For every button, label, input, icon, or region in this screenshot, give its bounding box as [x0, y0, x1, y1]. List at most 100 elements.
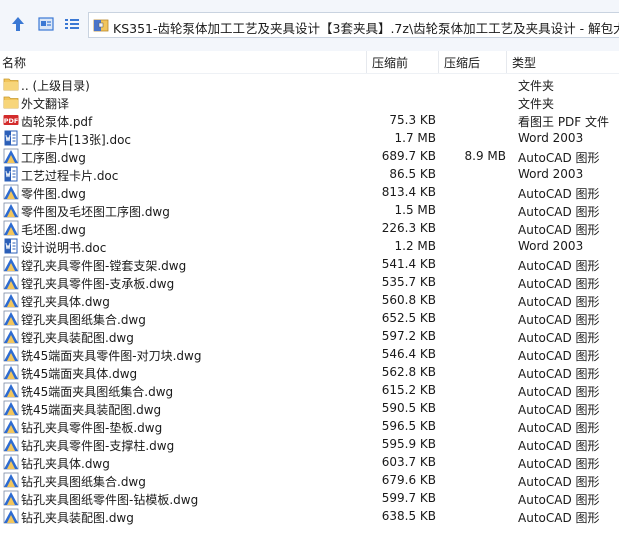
file-row[interactable]: 钻孔夹具装配图.dwg 638.5 KB AutoCAD 图形	[0, 507, 619, 525]
file-type: AutoCAD 图形	[518, 439, 600, 453]
file-type: AutoCAD 图形	[518, 313, 600, 327]
file-type: AutoCAD 图形	[518, 259, 600, 273]
column-divider[interactable]	[506, 51, 507, 73]
file-type: Word 2003	[518, 131, 584, 145]
file-row[interactable]: 钻孔夹具零件图-支撑柱.dwg 595.9 KB AutoCAD 图形	[0, 435, 619, 453]
file-type: AutoCAD 图形	[518, 511, 600, 525]
file-row[interactable]: 零件图及毛坯图工序图.dwg 1.5 MB AutoCAD 图形	[0, 201, 619, 219]
file-row[interactable]: 工艺过程卡片.doc 86.5 KB Word 2003	[0, 165, 619, 183]
file-name: 钻孔夹具装配图.dwg	[21, 511, 134, 525]
column-divider[interactable]	[366, 51, 367, 73]
file-name: 镗孔夹具零件图-支承板.dwg	[21, 277, 175, 291]
file-name: 外文翻译	[21, 97, 70, 111]
file-row[interactable]: 铣45端面夹具体.dwg 562.8 KB AutoCAD 图形	[0, 363, 619, 381]
details-view-icon[interactable]	[36, 14, 56, 34]
file-row[interactable]: 钻孔夹具图纸集合.dwg 679.6 KB AutoCAD 图形	[0, 471, 619, 489]
file-row[interactable]: 工序卡片[13张].doc 1.7 MB Word 2003	[0, 129, 619, 147]
file-name: 铣45端面夹具图纸集合.dwg	[21, 385, 174, 399]
file-row[interactable]: 镗孔夹具体.dwg 560.8 KB AutoCAD 图形	[0, 291, 619, 309]
autocad-dwg-icon	[3, 472, 19, 488]
file-type: AutoCAD 图形	[518, 187, 600, 201]
file-size-before: 1.2 MB	[394, 239, 436, 253]
file-size-before: 535.7 KB	[381, 275, 436, 289]
autocad-dwg-icon	[3, 220, 19, 236]
file-size-before: 596.5 KB	[381, 419, 436, 433]
column-divider[interactable]	[438, 51, 439, 73]
file-name: 钻孔夹具图纸零件图-钻模板.dwg	[21, 493, 199, 507]
file-row[interactable]: PDF 齿轮泵体.pdf 75.3 KB 看图王 PDF 文件	[0, 111, 619, 129]
file-type: Word 2003	[518, 167, 584, 181]
autocad-dwg-icon	[3, 274, 19, 290]
archive-icon	[93, 17, 109, 33]
file-name: 镗孔夹具图纸集合.dwg	[21, 313, 146, 327]
autocad-dwg-icon	[3, 382, 19, 398]
autocad-dwg-icon	[3, 346, 19, 362]
file-type: AutoCAD 图形	[518, 421, 600, 435]
file-name: 设计说明书.doc	[21, 241, 107, 255]
file-name: 毛坯图.dwg	[21, 223, 86, 237]
toolbar: KS351-齿轮泵体加工工艺及夹具设计【3套夹具】.7z\齿轮泵体加工工艺及夹具…	[0, 0, 619, 52]
folder-icon	[3, 94, 19, 110]
file-size-before: 813.4 KB	[381, 185, 436, 199]
file-name: 工序卡片[13张].doc	[21, 133, 132, 147]
autocad-dwg-icon	[3, 418, 19, 434]
file-type: 文件夹	[518, 97, 555, 111]
file-name: .. (上级目录)	[21, 79, 90, 93]
list-view-icon[interactable]	[62, 14, 82, 34]
file-type: AutoCAD 图形	[518, 151, 600, 165]
up-arrow-icon[interactable]	[8, 14, 28, 34]
file-row[interactable]: .. (上级目录) 文件夹	[0, 75, 619, 93]
file-type: AutoCAD 图形	[518, 277, 600, 291]
file-row[interactable]: 镗孔夹具图纸集合.dwg 652.5 KB AutoCAD 图形	[0, 309, 619, 327]
autocad-dwg-icon	[3, 436, 19, 452]
column-size-before-header[interactable]: 压缩前	[372, 54, 408, 71]
column-name-header[interactable]: 名称	[2, 54, 26, 71]
file-type: Word 2003	[518, 239, 584, 253]
pdf-icon: PDF	[3, 112, 19, 128]
svg-text:PDF: PDF	[4, 117, 19, 125]
file-size-before: 562.8 KB	[381, 365, 436, 379]
autocad-dwg-icon	[3, 364, 19, 380]
file-size-before: 597.2 KB	[381, 329, 436, 343]
address-path: KS351-齿轮泵体加工工艺及夹具设计【3套夹具】.7z\齿轮泵体加工工艺及夹具…	[113, 21, 619, 36]
autocad-dwg-icon	[3, 256, 19, 272]
file-type: AutoCAD 图形	[518, 223, 600, 237]
file-size-before: 541.4 KB	[381, 257, 436, 271]
file-row[interactable]: 镗孔夹具装配图.dwg 597.2 KB AutoCAD 图形	[0, 327, 619, 345]
file-name: 钻孔夹具零件图-垫板.dwg	[21, 421, 163, 435]
file-size-before: 75.3 KB	[389, 113, 436, 127]
word-doc-icon	[3, 130, 19, 146]
file-row[interactable]: 外文翻译 文件夹	[0, 93, 619, 111]
file-row[interactable]: 零件图.dwg 813.4 KB AutoCAD 图形	[0, 183, 619, 201]
file-row[interactable]: 镗孔夹具零件图-镗套支架.dwg 541.4 KB AutoCAD 图形	[0, 255, 619, 273]
file-row[interactable]: 钻孔夹具图纸零件图-钻模板.dwg 599.7 KB AutoCAD 图形	[0, 489, 619, 507]
file-size-after: 8.9 MB	[464, 149, 506, 163]
file-row[interactable]: 设计说明书.doc 1.2 MB Word 2003	[0, 237, 619, 255]
file-type: AutoCAD 图形	[518, 349, 600, 363]
file-row[interactable]: 镗孔夹具零件图-支承板.dwg 535.7 KB AutoCAD 图形	[0, 273, 619, 291]
folder-icon	[3, 76, 19, 92]
address-bar[interactable]: KS351-齿轮泵体加工工艺及夹具设计【3套夹具】.7z\齿轮泵体加工工艺及夹具…	[88, 12, 619, 38]
file-list: .. (上级目录) 文件夹 外文翻译 文件夹 PDF 齿轮泵体.pdf 75.3 KB 看图王…	[0, 75, 619, 525]
file-size-before: 599.7 KB	[381, 491, 436, 505]
file-row[interactable]: 铣45端面夹具零件图-对刀块.dwg 546.4 KB AutoCAD 图形	[0, 345, 619, 363]
autocad-dwg-icon	[3, 508, 19, 524]
column-type-header[interactable]: 类型	[512, 54, 536, 71]
file-row[interactable]: 钻孔夹具体.dwg 603.7 KB AutoCAD 图形	[0, 453, 619, 471]
file-name: 钻孔夹具图纸集合.dwg	[21, 475, 146, 489]
file-size-before: 226.3 KB	[381, 221, 436, 235]
file-name: 钻孔夹具体.dwg	[21, 457, 110, 471]
file-type: AutoCAD 图形	[518, 295, 600, 309]
file-row[interactable]: 铣45端面夹具图纸集合.dwg 615.2 KB AutoCAD 图形	[0, 381, 619, 399]
file-type: 文件夹	[518, 79, 555, 93]
file-row[interactable]: 钻孔夹具零件图-垫板.dwg 596.5 KB AutoCAD 图形	[0, 417, 619, 435]
file-row[interactable]: 铣45端面夹具装配图.dwg 590.5 KB AutoCAD 图形	[0, 399, 619, 417]
file-size-before: 615.2 KB	[381, 383, 436, 397]
file-name: 镗孔夹具零件图-镗套支架.dwg	[21, 259, 187, 273]
file-row[interactable]: 工序图.dwg 689.7 KB 8.9 MB AutoCAD 图形	[0, 147, 619, 165]
file-row[interactable]: 毛坯图.dwg 226.3 KB AutoCAD 图形	[0, 219, 619, 237]
autocad-dwg-icon	[3, 202, 19, 218]
autocad-dwg-icon	[3, 310, 19, 326]
file-name: 齿轮泵体.pdf	[21, 115, 93, 129]
column-size-after-header[interactable]: 压缩后	[444, 54, 480, 71]
